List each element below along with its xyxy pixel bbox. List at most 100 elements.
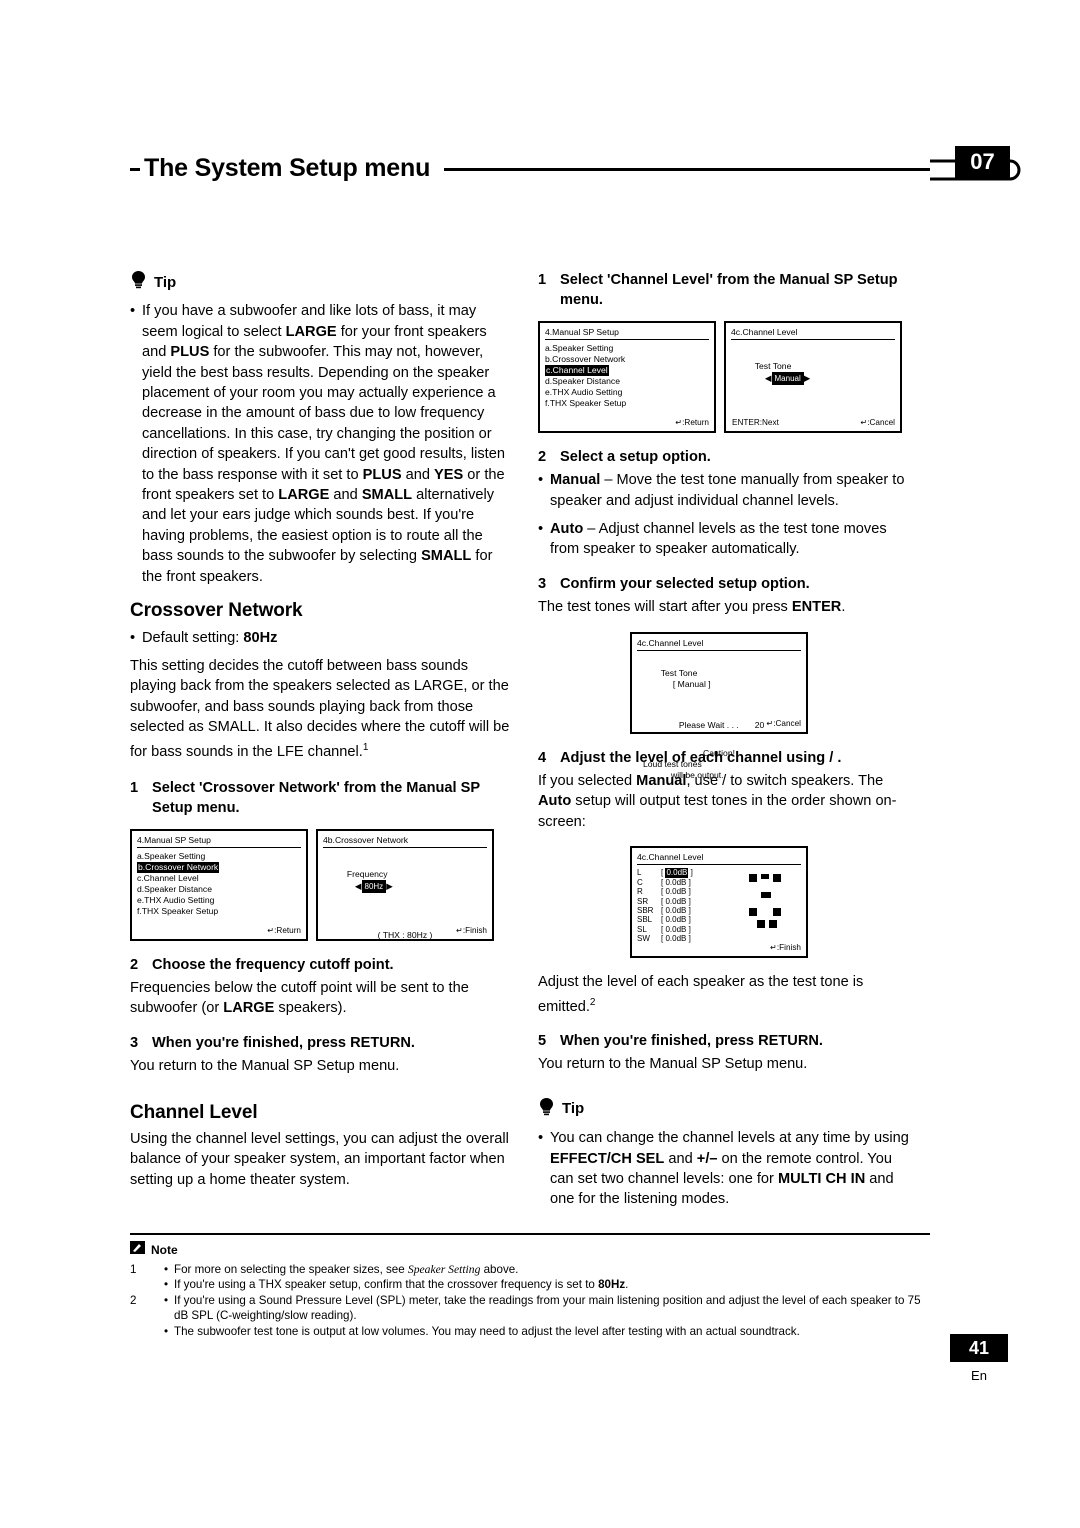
bullet-marker: • bbox=[163, 1293, 168, 1307]
osd-caution-line1: Loud test tones bbox=[643, 758, 702, 769]
step-number: 4 bbox=[538, 749, 547, 766]
step-text: Select 'Crossover Network' from the Manu… bbox=[152, 779, 480, 817]
step-number: 3 bbox=[538, 575, 547, 592]
channel-level-step-2: 2 Select a setup option. bbox=[538, 447, 918, 467]
step-number: 3 bbox=[130, 1034, 139, 1051]
osd-caution-line2: will be output. bbox=[671, 769, 724, 780]
heading-channel-level: Channel Level bbox=[130, 1101, 258, 1123]
tip-label: Tip bbox=[562, 1100, 585, 1118]
default-setting-value: 80Hz bbox=[243, 629, 278, 646]
channel-level-paragraph: Using the channel level settings, you ca… bbox=[130, 1131, 509, 1188]
osd-level-row: SW[ 0.0dB ] bbox=[637, 934, 691, 944]
osd-level-row: SBL[ 0.0dB ] bbox=[637, 915, 691, 925]
crossover-step2-body: Frequencies below the cutoff point will … bbox=[130, 980, 469, 1017]
tip-box-channel-levels: Tip • You can change the channel levels … bbox=[538, 1097, 918, 1210]
bullet-auto-option: • Auto – Adjust channel levels as the te… bbox=[538, 519, 918, 560]
osd-manual-sp-setup: 4.Manual SP Setup a.Speaker Setting b.Cr… bbox=[130, 828, 308, 941]
note-divider bbox=[130, 1233, 930, 1235]
tip-label: Tip bbox=[154, 273, 177, 291]
page-language: En bbox=[971, 1368, 987, 1383]
right-arrow-icon: ▶ bbox=[803, 372, 811, 383]
bullet-manual-option: • Manual – Move the test tone manually f… bbox=[538, 470, 918, 511]
osd-group-crossover: 4.Manual SP Setup a.Speaker Setting b.Cr… bbox=[130, 828, 510, 941]
right-arrow-icon: ▶ bbox=[386, 880, 393, 891]
osd-level-list: L[ 0.0dB ] C[ 0.0dB ] R[ 0.0dB ] SR[ 0.0… bbox=[637, 868, 747, 943]
page-number: 41 bbox=[950, 1334, 1008, 1362]
osd-item-highlighted: c.Channel Level bbox=[545, 364, 609, 376]
note-text: If you're using a Sound Pressure Level (… bbox=[174, 1293, 921, 1323]
osd-field-value: 80Hz bbox=[361, 879, 387, 893]
note-marker bbox=[130, 1277, 146, 1292]
note-marker: 2 bbox=[130, 1293, 137, 1307]
note-entry: • The subwoofer test tone is output at l… bbox=[130, 1324, 930, 1339]
tip-bullet: • If you have a subwoofer and like lots … bbox=[130, 301, 510, 587]
tip-header: Tip bbox=[130, 270, 510, 295]
crossover-step3-body: You return to the Manual SP Setup menu. bbox=[130, 1058, 400, 1075]
osd-item: c.Channel Level bbox=[137, 872, 199, 883]
tip-body: If you have a subwoofer and like lots of… bbox=[142, 303, 505, 585]
crossover-step-1: 1 Select 'Crossover Network' from the Ma… bbox=[130, 778, 510, 819]
page-header: The System Setup menu bbox=[130, 148, 1021, 188]
osd-title: 4c.Channel Level bbox=[731, 327, 895, 340]
channel-level-step5-body: You return to the Manual SP Setup menu. bbox=[538, 1056, 808, 1073]
note-entry: 1 • For more on selecting the speaker si… bbox=[130, 1262, 930, 1277]
osd-footer-cancel: ↵:Cancel bbox=[766, 718, 801, 728]
osd-item-highlighted: b.Crossover Network bbox=[137, 861, 220, 873]
lightbulb-icon bbox=[130, 270, 147, 295]
left-arrow-icon: ◀ bbox=[764, 372, 772, 383]
osd-footer-finish: ↵:Finish bbox=[770, 943, 801, 953]
tip-header: Tip bbox=[538, 1097, 918, 1122]
osd-crossover-network: 4b.Crossover Network Frequency ◀ 80Hz ▶ ( … bbox=[316, 828, 494, 941]
osd-level-row: L[ 0.0dB ] bbox=[637, 868, 693, 878]
step-number: 2 bbox=[538, 448, 547, 465]
osd-group-channel-level-3: 4c.Channel Level L[ 0.0dB ] C[ 0.0dB ] R… bbox=[538, 846, 918, 959]
osd-title: 4b.Crossover Network bbox=[323, 835, 487, 848]
osd-group-channel-level-1: 4.Manual SP Setup a.Speaker Setting b.Cr… bbox=[538, 320, 918, 433]
note-entry: 2 • If you're using a Sound Pressure Lev… bbox=[130, 1293, 930, 1324]
osd-title: 4c.Channel Level bbox=[637, 852, 801, 866]
default-setting-bullet: • Default setting: 80Hz bbox=[130, 628, 510, 648]
right-column: 1 Select 'Channel Level' from the Manual… bbox=[538, 270, 918, 1216]
osd-caution-title: Caution! bbox=[702, 747, 735, 758]
step-number: 5 bbox=[538, 1032, 547, 1049]
osd-frequency-row: Frequency ◀ 80Hz ▶ bbox=[323, 858, 487, 904]
tip-bullet: • You can change the channel levels at a… bbox=[538, 1128, 918, 1210]
step-text: Select 'Channel Level' from the Manual S… bbox=[560, 272, 898, 309]
osd-group-channel-level-2: 4c.Channel Level Test Tone [ Manual ] Pl… bbox=[538, 631, 918, 780]
page-title: The System Setup menu bbox=[140, 148, 445, 188]
osd-level-row: SL[ 0.0dB ] bbox=[637, 924, 691, 934]
tip-box-bass: Tip • If you have a subwoofer and like l… bbox=[130, 270, 510, 587]
channel-level-step-1: 1 Select 'Channel Level' from the Manual… bbox=[538, 270, 918, 311]
bullet-marker: • bbox=[163, 1324, 168, 1338]
step-text: Select a setup option. bbox=[560, 448, 711, 465]
bullet-marker: • bbox=[163, 1263, 168, 1276]
crossover-step-2: 2 Choose the frequency cutoff point. bbox=[130, 955, 510, 975]
osd-speaker-diagram bbox=[747, 868, 807, 943]
bullet-marker: • bbox=[538, 1130, 544, 1147]
osd-item: f.THX Speaker Setup bbox=[545, 397, 627, 408]
default-setting-label: Default setting: bbox=[142, 629, 244, 646]
osd-item: b.Crossover Network bbox=[545, 353, 626, 364]
osd-footer-cancel: ↵:Cancel bbox=[860, 417, 895, 427]
note-header: Note bbox=[130, 1241, 178, 1259]
step-text: When you're finished, press RETURN. bbox=[152, 1034, 415, 1051]
osd-level-row: R[ 0.0dB ] bbox=[637, 887, 691, 897]
osd-field-value: [ Manual ] bbox=[672, 678, 711, 689]
osd-level-row: SR[ 0.0dB ] bbox=[637, 896, 691, 906]
note-text: The subwoofer test tone is output at low… bbox=[174, 1324, 800, 1338]
step-text: Choose the frequency cutoff point. bbox=[152, 956, 394, 973]
osd-item: d.Speaker Distance bbox=[545, 375, 620, 386]
osd-channel-level-test-tone: 4c.Channel Level Test Tone ◀ Manual ▶ ENTE… bbox=[724, 320, 902, 433]
osd-footer-enter: ENTER:Next bbox=[732, 417, 779, 427]
osd-field-label: Frequency bbox=[346, 868, 388, 879]
note-entry: • If you're using a THX speaker setup, c… bbox=[130, 1277, 930, 1292]
osd-level-row: SBR[ 0.0dB ] bbox=[637, 905, 691, 915]
channel-level-step-5: 5 When you're finished, press RETURN. bbox=[538, 1031, 918, 1051]
osd-title: 4.Manual SP Setup bbox=[545, 327, 709, 340]
note-marker: 1 bbox=[130, 1263, 137, 1276]
crossover-step-3: 3 When you're finished, press RETURN. bbox=[130, 1033, 510, 1053]
osd-item: a.Speaker Setting bbox=[137, 850, 206, 861]
left-arrow-icon: ◀ bbox=[354, 880, 362, 891]
osd-field-value: Manual bbox=[771, 371, 804, 385]
osd-item: e.THX Audio Setting bbox=[545, 386, 623, 397]
